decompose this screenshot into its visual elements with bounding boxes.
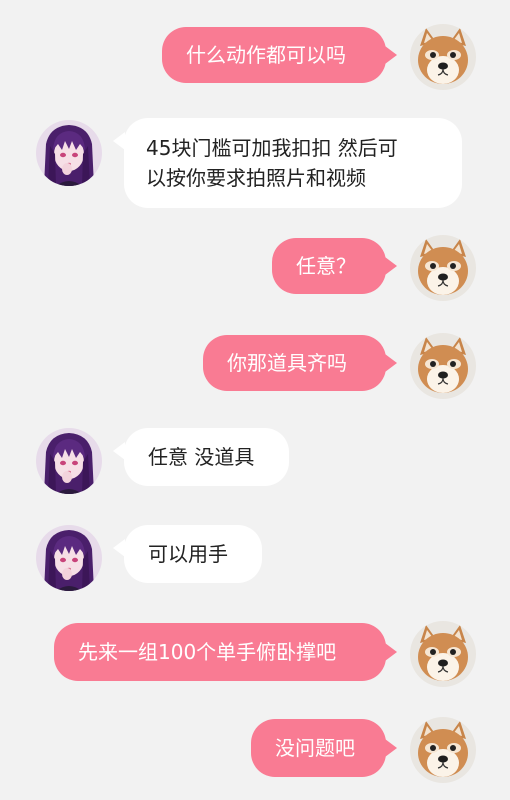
message-row: 任意 没道具 <box>0 428 510 498</box>
anime-girl-avatar[interactable] <box>36 525 102 591</box>
anime-girl-avatar[interactable] <box>36 120 102 186</box>
shiba-avatar-icon <box>410 717 476 783</box>
bubble-tail <box>385 354 397 372</box>
message-row: 先来一组100个单手俯卧撑吧 <box>0 621 510 691</box>
anime-girl-avatar-icon <box>36 428 102 494</box>
shiba-avatar-icon <box>410 333 476 399</box>
message-row: 任意？ <box>0 235 510 305</box>
message-bubble-sent[interactable]: 什么动作都可以吗 <box>162 27 386 83</box>
message-bubble-sent[interactable]: 你那道具齐吗 <box>203 335 386 391</box>
anime-girl-avatar-icon <box>36 120 102 186</box>
message-row: 什么动作都可以吗 <box>0 22 510 92</box>
bubble-tail <box>385 46 397 64</box>
message-bubble-sent[interactable]: 任意？ <box>272 238 386 294</box>
shiba-avatar-icon <box>410 24 476 90</box>
bubble-tail <box>385 643 397 661</box>
message-bubble-sent[interactable]: 没问题吧 <box>251 719 386 777</box>
shiba-avatar[interactable] <box>410 235 476 301</box>
shiba-avatar[interactable] <box>410 24 476 90</box>
message-row: 没问题吧 <box>0 717 510 787</box>
message-bubble-received[interactable]: 45块门槛可加我扣扣 然后可 以按你要求拍照片和视频 <box>124 118 462 208</box>
message-bubble-received[interactable]: 可以用手 <box>124 525 262 583</box>
bubble-tail <box>385 257 397 275</box>
message-row: 你那道具齐吗 <box>0 333 510 403</box>
chat-conversation: 什么动作都可以吗 45块门槛可加我扣扣 然后可 以按你要求拍照片和视频 任意？ … <box>0 0 510 800</box>
shiba-avatar[interactable] <box>410 333 476 399</box>
message-bubble-received[interactable]: 任意 没道具 <box>124 428 289 486</box>
shiba-avatar-icon <box>410 621 476 687</box>
shiba-avatar[interactable] <box>410 621 476 687</box>
anime-girl-avatar[interactable] <box>36 428 102 494</box>
message-bubble-sent[interactable]: 先来一组100个单手俯卧撑吧 <box>54 623 386 681</box>
bubble-tail <box>385 739 397 757</box>
shiba-avatar[interactable] <box>410 717 476 783</box>
shiba-avatar-icon <box>410 235 476 301</box>
anime-girl-avatar-icon <box>36 525 102 591</box>
message-row: 45块门槛可加我扣扣 然后可 以按你要求拍照片和视频 <box>0 118 510 210</box>
message-row: 可以用手 <box>0 525 510 595</box>
